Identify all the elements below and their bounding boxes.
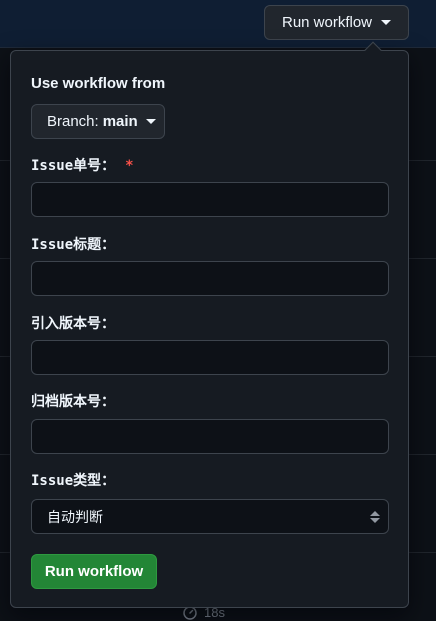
issue-type-label: Issue类型： xyxy=(31,473,116,489)
issue-title-input[interactable] xyxy=(31,261,389,296)
branch-select-button[interactable]: Branch: main xyxy=(31,104,165,139)
issue-number-label: Issue单号： * xyxy=(31,155,134,175)
run-workflow-popover: Use workflow from Branch: main Issue单号： *… xyxy=(10,50,409,608)
archived-version-input[interactable] xyxy=(31,419,389,454)
issue-type-selected-value: 自动判断 xyxy=(47,508,103,525)
run-workflow-submit-button[interactable]: Run workflow xyxy=(31,554,157,589)
caret-down-icon xyxy=(381,20,392,25)
introduced-version-input[interactable] xyxy=(31,340,389,375)
run-workflow-dropdown-button[interactable]: Run workflow xyxy=(264,5,409,40)
issue-number-label-text: Issue单号： xyxy=(31,158,116,174)
branch-prefix: Branch: xyxy=(47,113,99,130)
required-marker: * xyxy=(125,158,134,174)
workflow-page: 18s Run workflow Use workflow from Branc… xyxy=(0,0,436,621)
introduced-version-label: 引入版本号： xyxy=(31,316,115,332)
issue-number-input[interactable] xyxy=(31,182,389,217)
archived-version-label: 归档版本号： xyxy=(31,394,115,410)
branch-name: main xyxy=(102,113,138,130)
run-workflow-dropdown-label: Run workflow xyxy=(281,14,373,31)
issue-title-label: Issue标题： xyxy=(31,237,116,253)
issue-type-select[interactable]: 自动判断 xyxy=(31,499,389,534)
use-workflow-from-label: Use workflow from xyxy=(31,75,166,92)
select-arrows-icon xyxy=(370,510,380,523)
caret-down-icon xyxy=(145,119,156,124)
